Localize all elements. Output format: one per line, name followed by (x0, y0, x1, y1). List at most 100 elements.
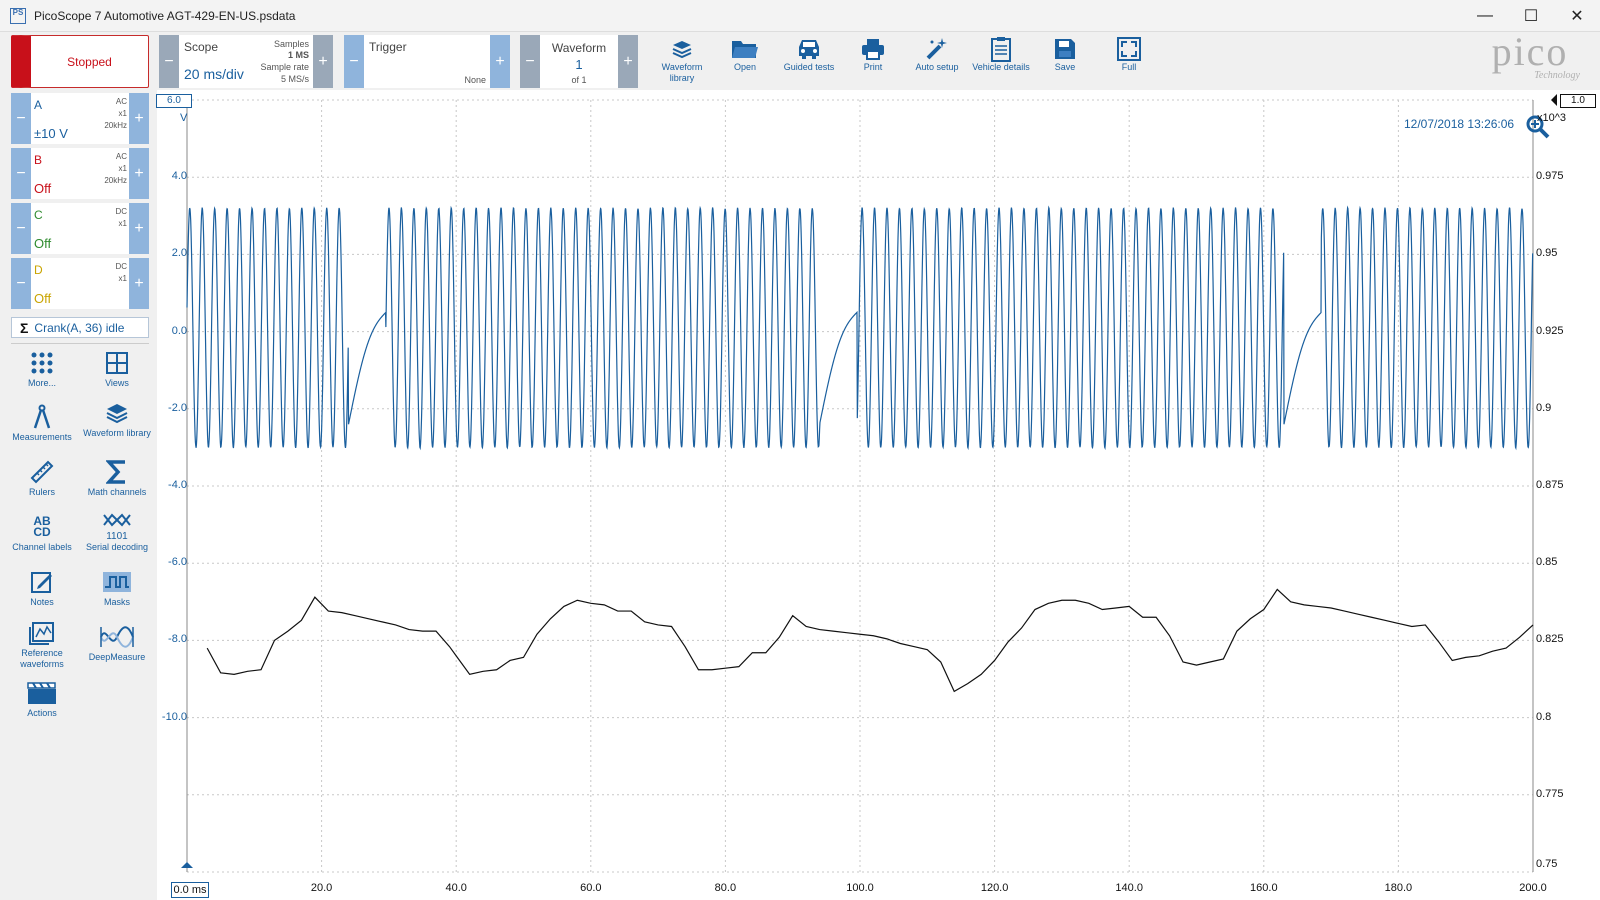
x-tick-label: 180.0 (1384, 882, 1413, 894)
waveform-panel[interactable]: Waveform 1 of 1 (540, 35, 618, 88)
run-stop-button[interactable]: Stopped (11, 35, 149, 88)
left-axis-top-marker[interactable]: 6.0 (156, 94, 192, 108)
x-tick-label: 120.0 (980, 882, 1009, 894)
waveform-label: Waveform (551, 41, 607, 55)
channel-d-plus-button[interactable]: + (129, 258, 149, 309)
channel-a-panel[interactable]: − A ±10 V AC x1 20kHz + (11, 93, 149, 144)
channel-d-coupling: DC (115, 262, 127, 271)
open-label: Open (733, 62, 757, 72)
deepmeasure-button[interactable]: DeepMeasure (80, 622, 154, 677)
channel-d-probe: x1 (118, 274, 127, 283)
trigger-plus-button[interactable]: + (490, 35, 510, 88)
right-axis-top-marker[interactable]: 1.0 (1560, 94, 1596, 108)
x-tick-label: 40.0 (445, 882, 467, 894)
sidebar: − A ±10 V AC x1 20kHz + − B Off AC x1 20… (0, 90, 157, 900)
side-waveform-library-label: Waveform library (83, 428, 151, 438)
window-title: PicoScope 7 Automotive AGT-429-EN-US.psd… (34, 8, 296, 23)
channel-c-probe: x1 (118, 219, 127, 228)
channel-c-plus-button[interactable]: + (129, 203, 149, 254)
math-channels-button[interactable]: Math channels (80, 457, 154, 512)
serial-decoding-button[interactable]: 1101 Serial decoding (80, 512, 154, 567)
channel-b-plus-button[interactable]: + (129, 148, 149, 199)
channel-a-range: ±10 V (34, 126, 68, 141)
print-button[interactable]: Print (841, 36, 905, 86)
x-tick-label: 160.0 (1250, 882, 1278, 894)
app-icon: PS (10, 7, 26, 24)
auto-setup-button[interactable]: Auto setup (905, 36, 969, 86)
serial-decoding-icon: 1101 (102, 512, 132, 542)
right-y-tick-label: 0.875 (1536, 479, 1564, 491)
channel-labels-text: AB CD (33, 514, 51, 539)
x-tick-label: 140.0 (1115, 882, 1143, 894)
x-tick-label: 20.0 (310, 882, 333, 894)
channel-labels-button[interactable]: AB CD Channel labels (5, 512, 79, 567)
waveform-library-button[interactable]: Waveform library (650, 36, 714, 86)
title-bar: PS PicoScope 7 Automotive AGT-429-EN-US.… (0, 0, 1600, 32)
notes-button[interactable]: Notes (5, 567, 79, 622)
logo-word: pico (1491, 29, 1569, 74)
guided-tests-button[interactable]: Guided tests (777, 36, 841, 86)
masks-icon (102, 567, 132, 597)
right-y-tick-label: 0.925 (1536, 324, 1564, 337)
channel-d-panel[interactable]: − D Off DC x1 + (11, 258, 149, 309)
sigma-icon: Σ (20, 319, 29, 336)
views-button[interactable]: Views (80, 348, 154, 403)
pico-logo: pico Technology (1470, 29, 1590, 88)
scope-minus-button[interactable]: − (159, 35, 179, 88)
waveform-plus-button[interactable]: + (618, 35, 638, 88)
open-folder-icon (731, 36, 759, 62)
actions-button[interactable]: Actions (5, 678, 79, 733)
channel-b-settings: AC x1 20kHz (104, 151, 127, 187)
channel-d-range: Off (34, 291, 52, 306)
math-channel-label: Crank(A, 36) idle (34, 320, 125, 335)
channel-a-minus-button[interactable]: − (11, 93, 31, 144)
math-channel-button[interactable]: Σ Crank(A, 36) idle (11, 317, 149, 338)
channel-b-panel[interactable]: − B Off AC x1 20kHz + (11, 148, 149, 199)
notes-label: Notes (30, 597, 54, 607)
left-y-tick-label: -10.0 (161, 710, 187, 723)
waveform-plot[interactable] (157, 90, 1600, 900)
time-offset-marker[interactable]: 0.0 ms (171, 882, 209, 898)
right-y-tick-label: 0.975 (1536, 170, 1564, 183)
time-marker-arrow[interactable] (181, 862, 193, 868)
channel-c-panel[interactable]: − C Off DC x1 + (11, 203, 149, 254)
trigger-minus-button[interactable]: − (344, 35, 364, 88)
actions-icon (27, 678, 57, 708)
save-button[interactable]: Save (1033, 36, 1097, 86)
actions-label: Actions (27, 708, 57, 718)
rulers-button[interactable]: Rulers (5, 457, 79, 512)
maximize-button[interactable]: ☐ (1508, 0, 1554, 32)
more-label: More... (27, 378, 56, 388)
waveform-minus-button[interactable]: − (520, 35, 540, 88)
trigger-panel[interactable]: Trigger None (364, 35, 490, 88)
scope-view[interactable]: 12/07/2018 13:26:06 6.0 V 1.0 x10^3 0.0 … (156, 90, 1600, 900)
right-axis-marker-arrow[interactable] (1551, 94, 1557, 106)
deepmeasure-label: DeepMeasure (88, 652, 146, 662)
channel-b-minus-button[interactable]: − (11, 148, 31, 199)
waveform-count: of 1 (571, 75, 587, 85)
measurements-button[interactable]: Measurements (5, 402, 79, 457)
scope-panel[interactable]: Scope 20 ms/div Samples 1 MS Sample rate… (179, 35, 313, 88)
x-tick-label: 60.0 (580, 882, 602, 894)
channel-c-minus-button[interactable]: − (11, 203, 31, 254)
full-screen-button[interactable]: Full (1097, 36, 1161, 86)
left-y-tick-label: -2.0 (168, 401, 187, 414)
channel-a-plus-button[interactable]: + (129, 93, 149, 144)
close-button[interactable]: ✕ (1554, 0, 1600, 32)
vehicle-details-button[interactable]: Vehicle details (969, 36, 1033, 86)
channel-d-minus-button[interactable]: − (11, 258, 31, 309)
more-button[interactable]: More... (5, 348, 79, 403)
minimize-button[interactable]: — (1462, 0, 1508, 32)
channel-d-settings: DC x1 (115, 261, 127, 285)
side-waveform-library-button[interactable]: Waveform library (80, 398, 154, 453)
views-icon (105, 348, 129, 378)
trigger-label: Trigger (369, 40, 407, 54)
views-label: Views (105, 378, 129, 388)
open-button[interactable]: Open (713, 36, 777, 86)
printer-icon (860, 36, 886, 62)
waveform-library-label: Waveform library (661, 62, 703, 83)
reference-waveforms-button[interactable]: Reference waveforms (5, 618, 79, 673)
scope-plus-button[interactable]: + (313, 35, 333, 88)
math-channel-trace (206, 588, 1534, 693)
masks-button[interactable]: Masks (80, 567, 154, 622)
